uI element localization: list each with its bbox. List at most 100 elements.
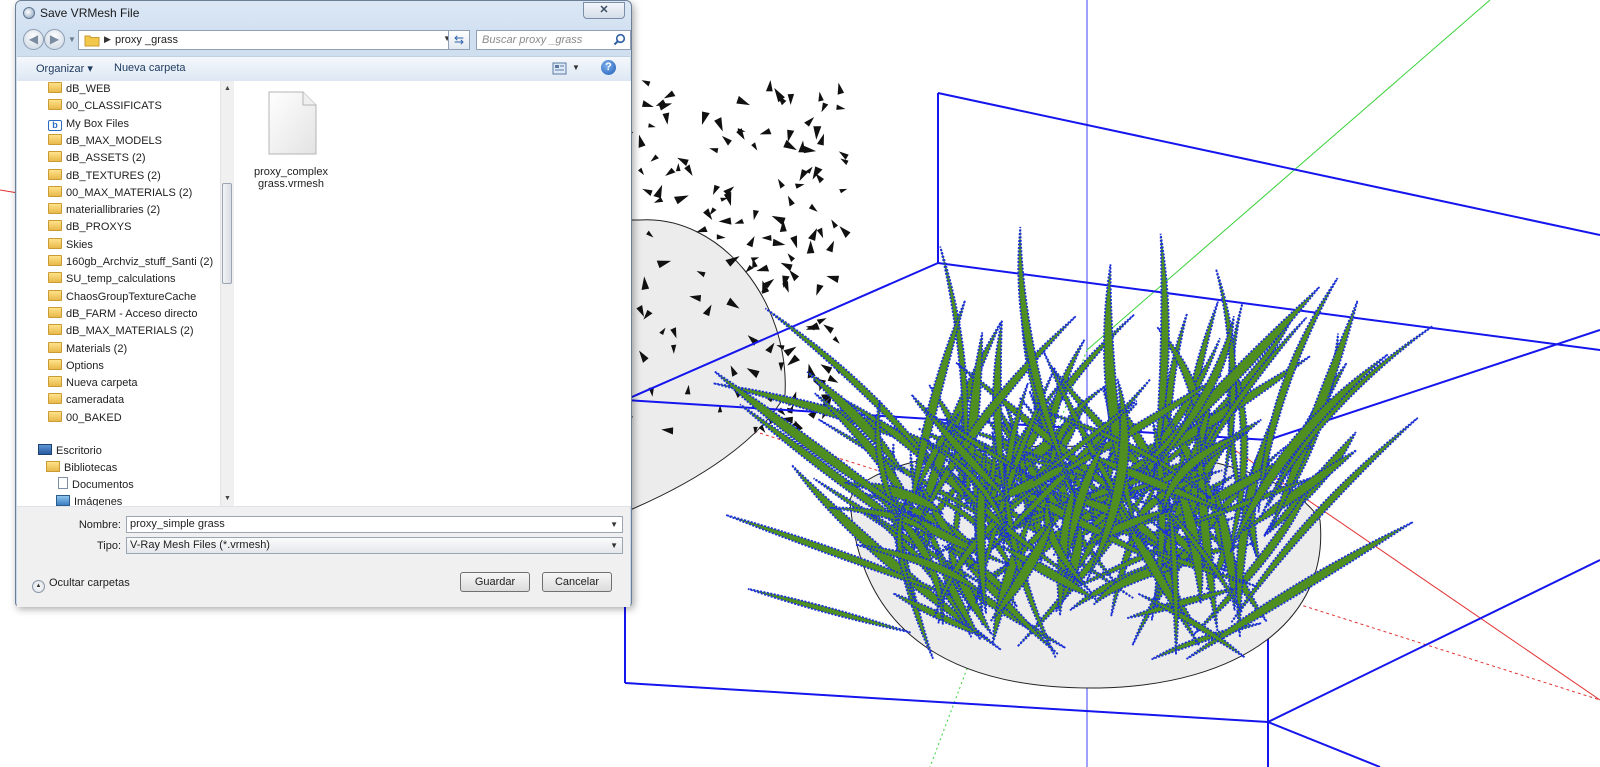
proxy-point-marker bbox=[804, 117, 815, 127]
folder-icon bbox=[48, 306, 62, 318]
nav-item-label[interactable]: Imágenes bbox=[74, 496, 122, 506]
navigation-scrollbar[interactable]: ▲ ▼ bbox=[220, 81, 234, 506]
nav-item[interactable]: dB_PROXYS bbox=[48, 219, 131, 236]
nav-item-label[interactable]: dB_WEB bbox=[66, 83, 111, 95]
save-vrmesh-dialog: Save VRMesh File ✕ ◀ ▶ ▼ ▶ proxy _grass … bbox=[15, 0, 632, 607]
nav-item-label[interactable]: cameradata bbox=[66, 394, 124, 406]
forward-button[interactable]: ▶ bbox=[44, 29, 65, 50]
proxy-point-marker bbox=[701, 111, 710, 126]
proxy-point-marker bbox=[734, 218, 745, 224]
nav-item-label[interactable]: 00_BAKED bbox=[66, 412, 122, 424]
proxy-point-marker bbox=[653, 197, 664, 203]
dialog-footer: Nombre: proxy_simple grass ▼ Tipo: V-Ray… bbox=[17, 506, 630, 607]
nav-item-label[interactable]: dB_MAX_MODELS bbox=[66, 135, 162, 147]
scroll-down-arrow-icon[interactable]: ▼ bbox=[221, 492, 234, 505]
file-type-select[interactable]: V-Ray Mesh Files (*.vrmesh) ▼ bbox=[126, 537, 623, 554]
nav-item-label[interactable]: dB_MAX_MATERIALS (2) bbox=[66, 325, 194, 337]
nav-item[interactable]: 00_MAX_MATERIALS (2) bbox=[48, 185, 192, 202]
nav-item-label[interactable]: Materials (2) bbox=[66, 343, 127, 355]
proxy-point-marker bbox=[816, 318, 827, 325]
nav-item[interactable]: dB_FARM - Acceso directo bbox=[48, 306, 197, 323]
scrollbar-thumb[interactable] bbox=[222, 183, 232, 284]
proxy-point-marker bbox=[831, 219, 839, 229]
nav-item[interactable]: dB_MAX_MODELS bbox=[48, 133, 162, 150]
nav-item-label[interactable]: dB_ASSETS (2) bbox=[66, 152, 145, 164]
file-item[interactable]: proxy_complex grass.vrmesh bbox=[250, 91, 332, 190]
nav-item-label[interactable]: Bibliotecas bbox=[64, 462, 117, 474]
filename-value[interactable]: proxy_simple grass bbox=[130, 518, 225, 530]
nav-item-label[interactable]: Nueva carpeta bbox=[66, 377, 138, 389]
save-button[interactable]: Guardar bbox=[460, 572, 530, 592]
nav-item-label[interactable]: dB_FARM - Acceso directo bbox=[66, 308, 197, 320]
nav-item-label[interactable]: dB_TEXTURES (2) bbox=[66, 170, 161, 182]
breadcrumb-arrow-icon[interactable]: ▶ bbox=[104, 34, 111, 45]
proxy-point-marker bbox=[794, 183, 805, 189]
nav-item[interactable]: 00_BAKED bbox=[48, 410, 122, 427]
nav-item[interactable]: cameradata bbox=[48, 392, 124, 409]
back-button[interactable]: ◀ bbox=[23, 29, 44, 50]
hide-folders-label[interactable]: Ocultar carpetas bbox=[49, 577, 130, 589]
proxy-point-marker bbox=[765, 80, 773, 92]
chevron-down-icon[interactable]: ▼ bbox=[610, 517, 618, 532]
nav-item-label[interactable]: dB_PROXYS bbox=[66, 221, 131, 233]
nav-item[interactable]: Skies bbox=[48, 237, 93, 254]
nav-item[interactable]: Documentos bbox=[56, 477, 134, 494]
folder-icon bbox=[48, 341, 62, 353]
nav-item[interactable]: b My Box Files bbox=[48, 116, 129, 133]
file-name-line-2: grass.vrmesh bbox=[257, 178, 325, 190]
recent-locations-dropdown-icon[interactable]: ▼ bbox=[68, 35, 76, 44]
new-folder-button[interactable]: Nueva carpeta bbox=[114, 62, 186, 74]
file-type-value[interactable]: V-Ray Mesh Files (*.vrmesh) bbox=[130, 539, 270, 551]
nav-item-label[interactable]: Documentos bbox=[72, 479, 134, 491]
help-icon[interactable]: ? bbox=[601, 60, 616, 75]
nav-item[interactable]: dB_ASSETS (2) bbox=[48, 150, 145, 167]
nav-item-label[interactable]: Skies bbox=[66, 239, 93, 251]
organize-button[interactable]: Organizar ▾ bbox=[36, 62, 93, 75]
nav-item-label[interactable]: ChaosGroupTextureCache bbox=[66, 291, 196, 303]
nav-item[interactable]: Escritorio bbox=[38, 443, 102, 460]
scroll-up-arrow-icon[interactable]: ▲ bbox=[221, 82, 234, 95]
chevron-down-icon[interactable]: ▼ bbox=[610, 538, 618, 553]
nav-item[interactable]: SU_temp_calculations bbox=[48, 271, 175, 288]
nav-item-label[interactable]: 00_MAX_MATERIALS (2) bbox=[66, 187, 192, 199]
nav-item-label[interactable]: 160gb_Archviz_stuff_Santi (2) bbox=[66, 256, 213, 268]
proxy-point-marker bbox=[746, 236, 755, 248]
nav-item[interactable]: dB_MAX_MATERIALS (2) bbox=[48, 323, 194, 340]
proxy-point-marker bbox=[836, 104, 846, 110]
nav-item[interactable]: ChaosGroupTextureCache bbox=[48, 289, 196, 306]
nav-item[interactable]: Nueva carpeta bbox=[48, 375, 138, 392]
view-options-icon[interactable] bbox=[552, 62, 567, 75]
nav-item-label[interactable]: My Box Files bbox=[66, 118, 129, 130]
chevron-down-icon[interactable]: ▼ bbox=[572, 63, 580, 72]
filename-field[interactable]: proxy_simple grass ▼ bbox=[126, 516, 623, 533]
nav-item[interactable]: dB_WEB bbox=[48, 81, 111, 98]
address-bar[interactable]: ▶ proxy _grass ▼ bbox=[78, 30, 456, 50]
cancel-button[interactable]: Cancelar bbox=[542, 572, 612, 592]
nav-item-label[interactable]: Escritorio bbox=[56, 445, 102, 457]
refresh-button[interactable]: ⇆ bbox=[448, 30, 470, 50]
proxy-point-marker bbox=[648, 123, 656, 128]
nav-item-label[interactable]: SU_temp_calculations bbox=[66, 273, 175, 285]
nav-item-label[interactable]: Options bbox=[66, 360, 104, 372]
search-input[interactable]: Buscar proxy _grass bbox=[476, 30, 631, 50]
hide-folders-toggle[interactable]: ▲ Ocultar carpetas bbox=[32, 577, 130, 593]
proxy-point-marker bbox=[716, 234, 726, 240]
nav-item[interactable]: Bibliotecas bbox=[46, 460, 117, 477]
chevron-up-icon[interactable]: ▲ bbox=[32, 580, 45, 593]
proxy-point-marker bbox=[826, 240, 835, 253]
address-path[interactable]: proxy _grass bbox=[115, 34, 178, 46]
dialog-titlebar[interactable]: Save VRMesh File ✕ bbox=[16, 1, 631, 27]
nav-item-label[interactable]: materiallibraries (2) bbox=[66, 204, 160, 216]
nav-item[interactable]: Imágenes bbox=[56, 494, 122, 506]
proxy-point-marker bbox=[790, 235, 798, 249]
nav-item[interactable]: dB_TEXTURES (2) bbox=[48, 168, 161, 185]
search-icon[interactable] bbox=[613, 33, 626, 46]
bounding-box-edge bbox=[1267, 721, 1381, 767]
nav-item[interactable]: materiallibraries (2) bbox=[48, 202, 160, 219]
nav-item-label[interactable]: 00_CLASSIFICATS bbox=[66, 100, 162, 112]
nav-item[interactable]: 00_CLASSIFICATS bbox=[48, 98, 162, 115]
nav-item[interactable]: Options bbox=[48, 358, 104, 375]
close-button[interactable]: ✕ bbox=[583, 2, 625, 19]
nav-item[interactable]: 160gb_Archviz_stuff_Santi (2) bbox=[48, 254, 213, 271]
nav-item[interactable]: Materials (2) bbox=[48, 341, 127, 358]
